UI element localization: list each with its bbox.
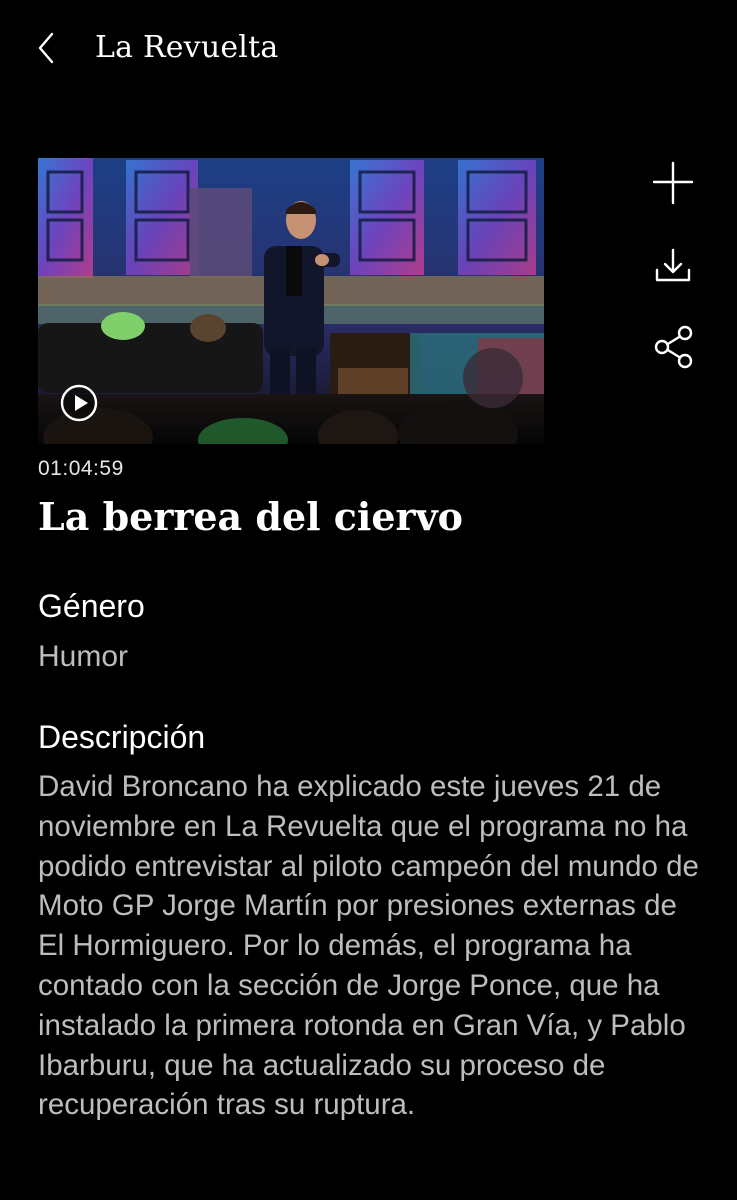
description-heading: Descripción	[38, 719, 206, 755]
back-button[interactable]	[28, 26, 68, 70]
episode-title: La berrea del ciervo	[38, 494, 463, 539]
play-button[interactable]	[60, 384, 98, 422]
share-icon	[654, 325, 693, 369]
page-title: La Revuelta	[95, 30, 279, 65]
add-button[interactable]	[648, 158, 698, 208]
thumbnail-image	[38, 158, 544, 444]
genre-heading: Género	[38, 588, 145, 624]
top-bar: La Revuelta	[0, 0, 737, 96]
genre-value: Humor	[38, 640, 129, 673]
video-thumbnail[interactable]	[38, 158, 544, 444]
download-icon	[655, 248, 691, 282]
share-button[interactable]	[648, 322, 698, 372]
chevron-left-icon	[38, 32, 54, 64]
plus-icon	[652, 161, 694, 205]
download-button[interactable]	[648, 242, 698, 292]
episode-duration: 01:04:59	[38, 457, 124, 480]
play-circle-icon	[60, 384, 98, 422]
description-text: David Broncano ha explicado este jueves …	[38, 770, 699, 1122]
